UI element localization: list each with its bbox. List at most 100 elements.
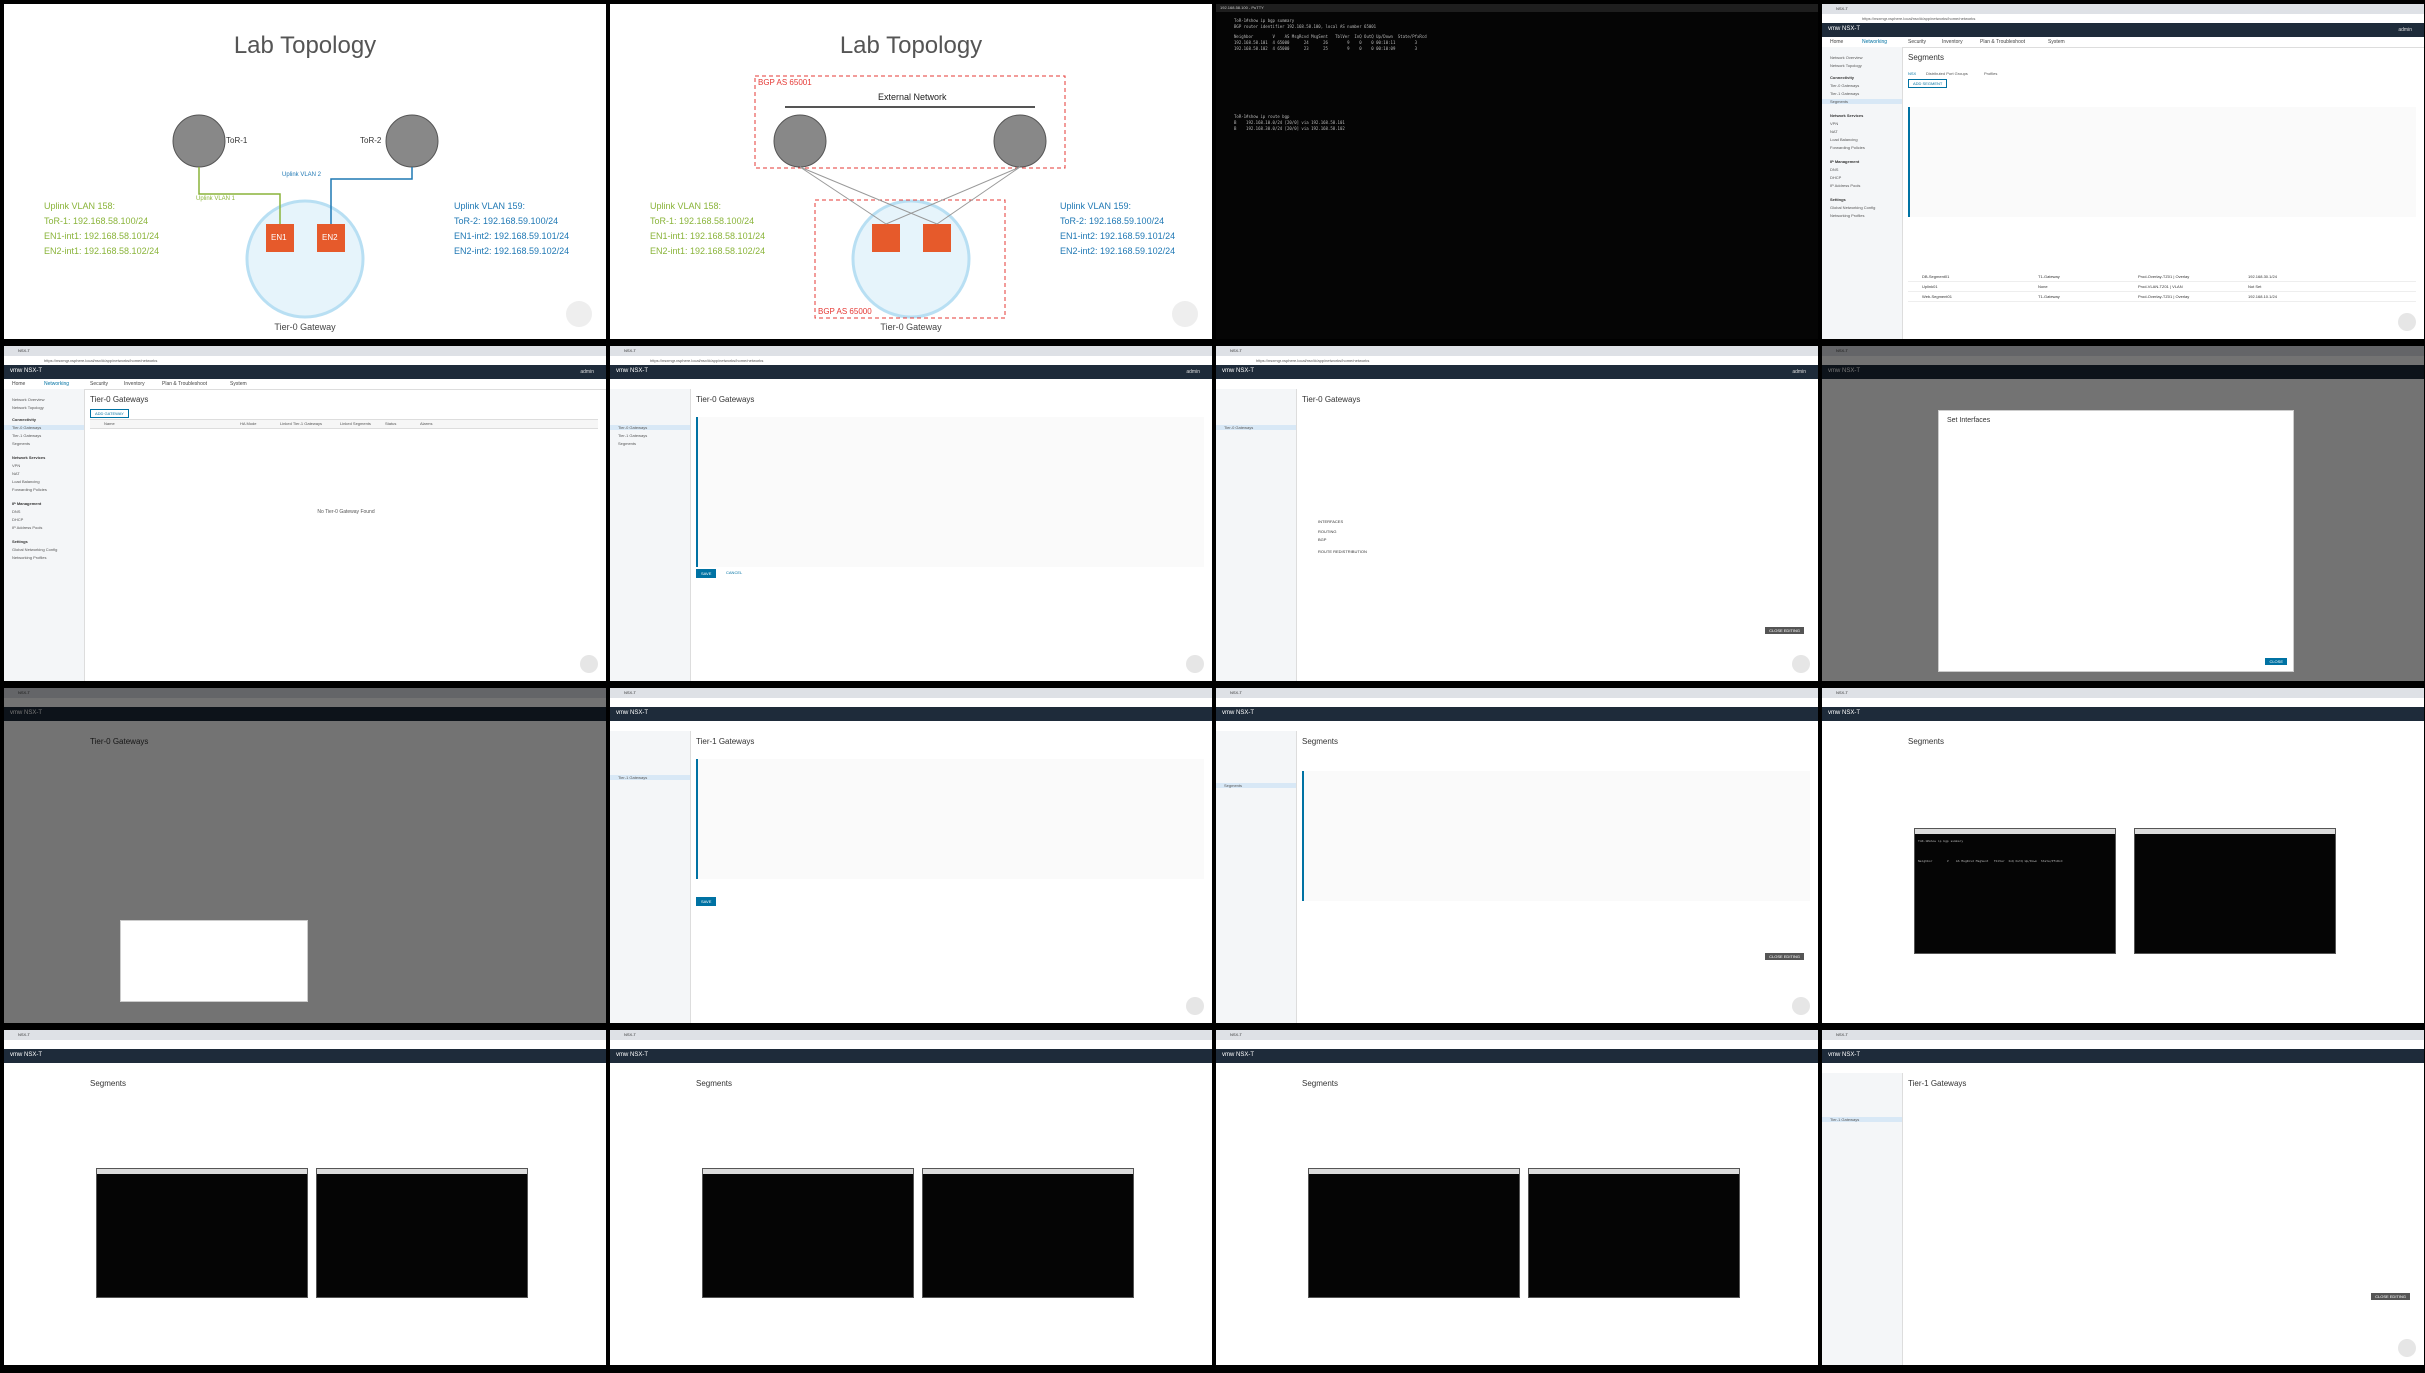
sidebar-item-globalcfg[interactable]: Global Networking Config xyxy=(12,547,57,552)
sidebar-item-overview[interactable]: Network Overview xyxy=(12,397,44,402)
tier0-add-form[interactable] xyxy=(696,417,1204,567)
nav-home[interactable]: Home xyxy=(1830,39,1843,45)
sidebar-item-tier0[interactable]: Tier-0 Gateways xyxy=(610,425,690,430)
sidebar-item-tier1[interactable]: Tier-1 Gateways xyxy=(1830,91,1859,96)
tier1-add-form[interactable] xyxy=(696,759,1204,879)
nav-plan[interactable]: Plan & Troubleshoot xyxy=(162,381,207,387)
putty-window-1[interactable]: ToR-1#show ip bgp summary Neighbor V AS … xyxy=(1914,828,2116,954)
nav-inventory[interactable]: Inventory xyxy=(124,381,145,387)
nav-networking[interactable]: Networking xyxy=(1862,39,1887,45)
section-bgp[interactable]: BGP xyxy=(1318,537,1326,542)
terminal-titlebar[interactable]: 192.168.58.100 - PuTTY xyxy=(1216,4,1818,12)
sidebar-item-ippools[interactable]: IP Address Pools xyxy=(12,525,42,530)
browser-tab[interactable]: NSX-T xyxy=(1230,690,1242,695)
window-titlebar[interactable] xyxy=(2135,829,2335,834)
putty-window-1[interactable] xyxy=(1308,1168,1520,1298)
col-status[interactable]: Status xyxy=(385,421,396,426)
sidebar-item-tier1[interactable]: Tier-1 Gateways xyxy=(618,433,647,438)
nav-security[interactable]: Security xyxy=(1908,39,1926,45)
sidebar-item-segments[interactable]: Segments xyxy=(1822,99,1902,104)
sidebar-item-dns[interactable]: DNS xyxy=(1830,167,1838,172)
window-titlebar[interactable] xyxy=(703,1169,913,1174)
window-titlebar[interactable] xyxy=(923,1169,1133,1174)
cancel-button[interactable]: CANCEL xyxy=(722,569,746,576)
nav-system[interactable]: System xyxy=(2048,39,2065,45)
sidebar-item-globalcfg[interactable]: Global Networking Config xyxy=(1830,205,1875,210)
sidebar-item-nat[interactable]: NAT xyxy=(1830,129,1838,134)
close-button[interactable]: CLOSE xyxy=(2265,658,2287,665)
sidebar-item-forwarding[interactable]: Forwarding Policies xyxy=(1830,145,1865,150)
save-button[interactable]: SAVE xyxy=(696,897,717,906)
putty-window-1[interactable] xyxy=(96,1168,308,1298)
putty-terminal[interactable]: 192.168.58.100 - PuTTY ToR-1#show ip bgp… xyxy=(1216,4,1818,339)
sidebar-item-tier1[interactable]: Tier-1 Gateways xyxy=(610,775,690,780)
browser-tab[interactable]: NSX-T xyxy=(1836,1032,1848,1037)
user-menu[interactable]: admin xyxy=(1186,369,1200,375)
segment-edit-form[interactable] xyxy=(1908,107,2416,217)
close-editing-button[interactable]: CLOSE EDITING xyxy=(1765,627,1804,634)
user-menu[interactable]: admin xyxy=(1792,369,1806,375)
sidebar-item-profiles[interactable]: Networking Profiles xyxy=(12,555,46,560)
browser-tab[interactable]: NSX-T xyxy=(624,1032,636,1037)
section-interfaces[interactable]: INTERFACES xyxy=(1318,519,1343,524)
col-alarms[interactable]: Alarms xyxy=(420,421,432,426)
window-titlebar[interactable] xyxy=(1309,1169,1519,1174)
sidebar-item-topology[interactable]: Network Topology xyxy=(1830,63,1862,68)
putty-window-2[interactable] xyxy=(922,1168,1134,1298)
sidebar-item-tier1[interactable]: Tier-1 Gateways xyxy=(12,433,41,438)
window-titlebar[interactable] xyxy=(1915,829,2115,834)
sidebar-item-lb[interactable]: Load Balancing xyxy=(12,479,40,484)
nav-home[interactable]: Home xyxy=(12,381,25,387)
section-route-redistribution[interactable]: ROUTE REDISTRIBUTION xyxy=(1318,549,1367,554)
putty-window-2[interactable] xyxy=(2134,828,2336,954)
col-ha[interactable]: HA Mode xyxy=(240,421,256,426)
close-editing-button[interactable]: CLOSE EDITING xyxy=(2371,1293,2410,1300)
tab-nsx[interactable]: NSX xyxy=(1908,71,1916,76)
putty-window-1[interactable] xyxy=(702,1168,914,1298)
sidebar-item-dhcp[interactable]: DHCP xyxy=(1830,175,1841,180)
nav-security[interactable]: Security xyxy=(90,381,108,387)
window-titlebar[interactable] xyxy=(1529,1169,1739,1174)
nav-inventory[interactable]: Inventory xyxy=(1942,39,1963,45)
browser-tab[interactable]: NSX-T xyxy=(1836,6,1848,11)
nav-networking[interactable]: Networking xyxy=(44,381,69,387)
browser-tab[interactable]: NSX-T xyxy=(1230,348,1242,353)
table-row[interactable]: DB-Segment01 T1-Gateway Prod-Overlay-TZ01 … xyxy=(1908,273,2416,282)
sidebar-item-nat[interactable]: NAT xyxy=(12,471,20,476)
segment-add-form[interactable] xyxy=(1302,771,1810,901)
sidebar-item-forwarding[interactable]: Forwarding Policies xyxy=(12,487,47,492)
sidebar-item-segments[interactable]: Segments xyxy=(618,441,636,446)
sidebar-item-segments[interactable]: Segments xyxy=(12,441,30,446)
browser-tab[interactable]: NSX-T xyxy=(18,1032,30,1037)
browser-tab[interactable]: NSX-T xyxy=(1230,1032,1242,1037)
sidebar-item-tier0[interactable]: Tier-0 Gateways xyxy=(4,425,84,430)
bgp-popup[interactable] xyxy=(120,920,308,1002)
table-row[interactable]: Web-Segment01 T1-Gateway Prod-Overlay-TZ01… xyxy=(1908,293,2416,302)
add-gateway-button[interactable]: ADD GATEWAY xyxy=(90,409,129,418)
sidebar-item-dns[interactable]: DNS xyxy=(12,509,20,514)
sidebar-item-tier1[interactable]: Tier-1 Gateways xyxy=(1822,1117,1902,1122)
sidebar-item-ippools[interactable]: IP Address Pools xyxy=(1830,183,1860,188)
section-routing[interactable]: ROUTING xyxy=(1318,529,1336,534)
sidebar-item-lb[interactable]: Load Balancing xyxy=(1830,137,1858,142)
browser-tab[interactable]: NSX-T xyxy=(624,690,636,695)
putty-window-2[interactable] xyxy=(316,1168,528,1298)
nav-system[interactable]: System xyxy=(230,381,247,387)
nav-plan[interactable]: Plan & Troubleshoot xyxy=(1980,39,2025,45)
browser-tab[interactable]: NSX-T xyxy=(624,348,636,353)
sidebar-item-segments[interactable]: Segments xyxy=(1216,783,1296,788)
window-titlebar[interactable] xyxy=(317,1169,527,1174)
tab-dpg[interactable]: Distributed Port Groups xyxy=(1926,71,1968,76)
sidebar-item-tier0[interactable]: Tier-0 Gateways xyxy=(1830,83,1859,88)
browser-tab[interactable]: NSX-T xyxy=(18,348,30,353)
save-button[interactable]: SAVE xyxy=(696,569,717,578)
sidebar-item-vpn[interactable]: VPN xyxy=(12,463,20,468)
user-menu[interactable]: admin xyxy=(580,369,594,375)
sidebar-item-tier0[interactable]: Tier-0 Gateways xyxy=(1216,425,1296,430)
sidebar-item-dhcp[interactable]: DHCP xyxy=(12,517,23,522)
user-menu[interactable]: admin xyxy=(2398,27,2412,33)
add-segment-button[interactable]: ADD SEGMENT xyxy=(1908,79,1948,88)
table-row[interactable]: Uplink01 None Prod-VLAN-TZ01 | VLAN Not Set xyxy=(1908,283,2416,292)
window-titlebar[interactable] xyxy=(97,1169,307,1174)
putty-window-2[interactable] xyxy=(1528,1168,1740,1298)
